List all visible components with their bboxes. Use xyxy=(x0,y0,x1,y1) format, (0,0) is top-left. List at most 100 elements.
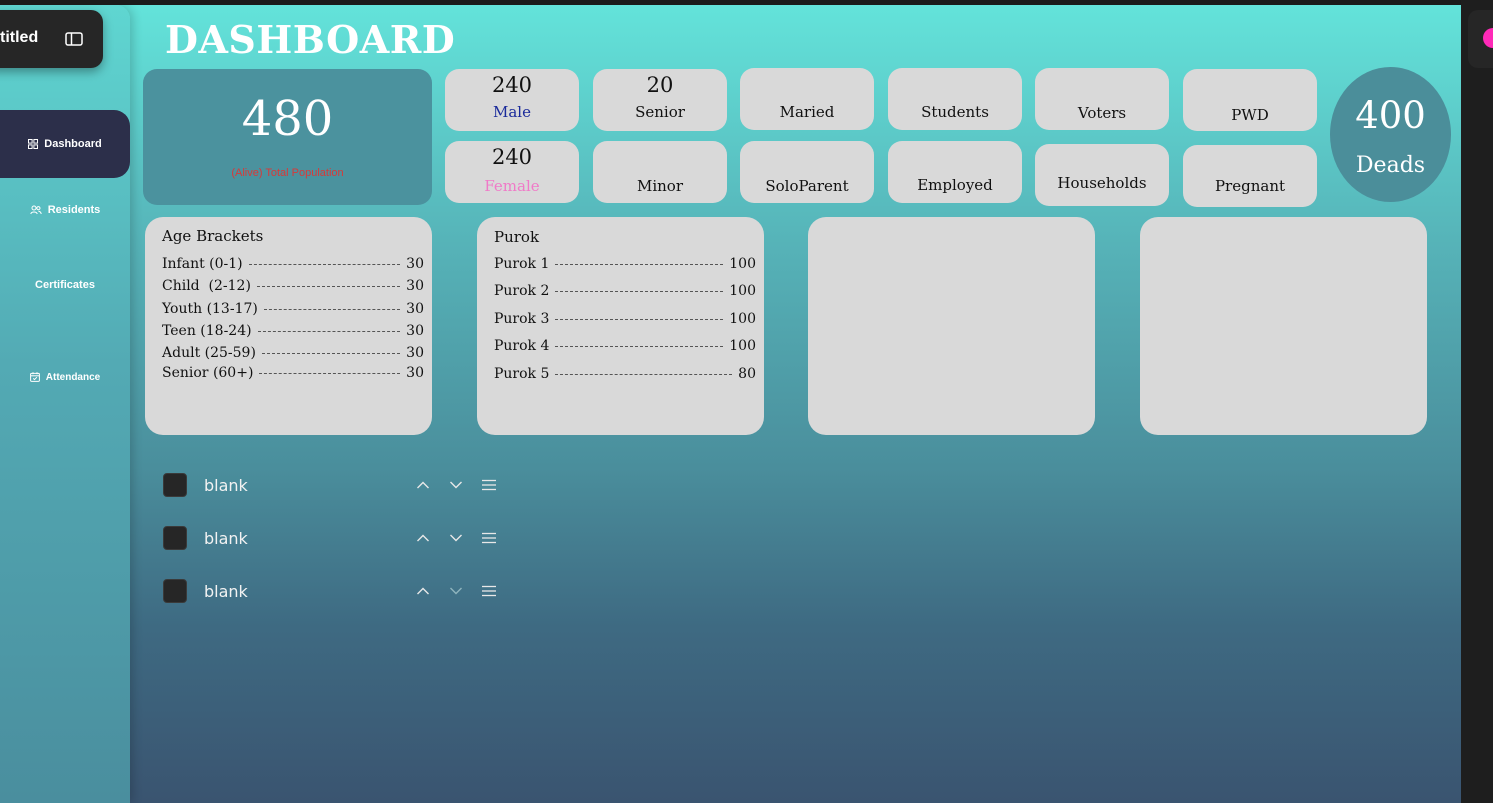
row-value: 30 xyxy=(406,345,424,361)
sidebar-item-attendance[interactable]: Attendance xyxy=(0,362,130,392)
chevron-up-icon[interactable] xyxy=(416,533,430,543)
dotted-leader xyxy=(555,290,724,292)
stat-label: Female xyxy=(484,177,540,195)
row-label: Purok 2 xyxy=(494,283,550,299)
menu-icon[interactable] xyxy=(482,532,496,544)
deads-card: 400 Deads xyxy=(1330,67,1451,202)
row-label: Purok 1 xyxy=(494,256,550,272)
color-swatch[interactable] xyxy=(163,526,187,550)
stat-card-pregnant: Pregnant xyxy=(1183,145,1317,207)
stat-label: PWD xyxy=(1231,106,1269,124)
stat-card-maried: Maried xyxy=(740,68,874,130)
deads-value: 400 xyxy=(1355,94,1426,137)
stat-card-senior: 20 Senior xyxy=(593,69,727,131)
sidebar-item-certificates[interactable]: Certificates xyxy=(0,270,130,300)
list-item: Teen (18-24) 30 xyxy=(162,322,424,340)
chevron-up-icon[interactable] xyxy=(416,480,430,490)
dotted-leader xyxy=(555,373,733,375)
row-value: 80 xyxy=(738,366,756,382)
chevron-down-icon[interactable] xyxy=(449,480,463,490)
dotted-leader xyxy=(259,372,401,374)
dashboard-canvas: Dashboard Residents Certificates Attenda… xyxy=(0,5,1461,803)
sidebar-item-label: Attendance xyxy=(45,371,101,383)
layer-label: blank xyxy=(204,528,248,548)
row-label: Teen (18-24) xyxy=(162,323,252,339)
row-value: 30 xyxy=(406,256,424,272)
row-label: Youth (13-17) xyxy=(162,301,258,317)
total-population-label: (Alive) Total Population xyxy=(231,167,344,179)
grid-icon xyxy=(28,139,39,149)
right-panel xyxy=(1461,0,1493,803)
sidebar-item-label: Residents xyxy=(47,204,101,216)
sidebar-item-label: Certificates xyxy=(35,279,95,291)
stat-card-employed: Employed xyxy=(888,141,1022,203)
sidebar-item-label: Dashboard xyxy=(44,138,102,150)
stat-label: SoloParent xyxy=(765,177,849,195)
list-item: Purok 1 100 xyxy=(494,255,756,273)
deads-label: Deads xyxy=(1355,153,1426,178)
list-item: Senior (60+) 30 xyxy=(162,364,424,382)
stat-card-households: Households xyxy=(1035,144,1169,206)
list-item: Purok 2 100 xyxy=(494,282,756,300)
stat-label: Male xyxy=(493,103,531,121)
chevron-down-icon[interactable] xyxy=(449,586,463,596)
dotted-leader xyxy=(261,352,401,354)
stat-value: 240 xyxy=(491,145,533,169)
stat-label: Pregnant xyxy=(1214,177,1286,195)
row-label: Purok 3 xyxy=(494,311,550,327)
dotted-leader xyxy=(257,330,401,332)
panel-title: Age Brackets xyxy=(162,227,264,245)
chevron-up-icon[interactable] xyxy=(416,586,430,596)
layer-row[interactable]: blank xyxy=(163,525,503,551)
dotted-leader xyxy=(248,263,401,265)
color-swatch[interactable] xyxy=(163,473,187,497)
row-value: 30 xyxy=(406,278,424,294)
row-value: 30 xyxy=(406,301,424,317)
sidebar-item-dashboard[interactable]: Dashboard xyxy=(0,110,130,178)
menu-icon[interactable] xyxy=(482,479,496,491)
stat-card-voters: Voters xyxy=(1035,68,1169,130)
purok-panel: Purok Purok 1 100 Purok 2 100 Purok 3 100 P… xyxy=(477,217,764,435)
list-item: Youth (13-17) 30 xyxy=(162,300,424,318)
layer-row[interactable]: blank xyxy=(163,578,503,604)
sidebar-item-residents[interactable]: Residents xyxy=(0,195,130,225)
row-value: 30 xyxy=(406,323,424,339)
panel-title: Purok xyxy=(494,228,540,246)
stat-card-female: 240 Female xyxy=(445,141,579,203)
users-icon xyxy=(30,205,42,215)
list-item: Purok 5 80 xyxy=(494,365,756,383)
age-brackets-panel: Age Brackets Infant (0-1) 30 Child (2-12)… xyxy=(145,217,432,435)
total-population-value: 480 xyxy=(241,91,334,147)
stat-card-students: Students xyxy=(888,68,1022,130)
stat-label: Voters xyxy=(1077,104,1127,122)
chevron-down-icon[interactable] xyxy=(449,533,463,543)
color-swatch[interactable] xyxy=(163,579,187,603)
empty-panel xyxy=(1140,217,1427,435)
stat-card-male: 240 Male xyxy=(445,69,579,131)
list-item: Purok 3 100 xyxy=(494,310,756,328)
stat-value: 240 xyxy=(491,73,533,97)
dotted-leader xyxy=(263,308,401,310)
menu-icon[interactable] xyxy=(482,585,496,597)
toggle-sidebar-icon[interactable] xyxy=(65,32,83,46)
dotted-leader xyxy=(555,263,724,265)
row-label: Infant (0-1) xyxy=(162,256,243,272)
stat-label: Senior xyxy=(635,103,685,121)
total-population-card: 480 (Alive) Total Population xyxy=(143,69,432,205)
stat-card-minor: Minor xyxy=(593,141,727,203)
stat-card-pwd: PWD xyxy=(1183,69,1317,131)
layer-row[interactable]: blank xyxy=(163,472,503,498)
list-item: Adult (25-59) 30 xyxy=(162,344,424,362)
dotted-leader xyxy=(555,318,724,320)
dotted-leader xyxy=(256,285,401,287)
row-label: Purok 5 xyxy=(494,366,550,382)
row-value: 30 xyxy=(406,365,424,381)
sidebar: Dashboard Residents Certificates Attenda… xyxy=(0,5,130,803)
window-title-bar: titled xyxy=(0,10,103,68)
row-label: Purok 4 xyxy=(494,338,550,354)
row-value: 100 xyxy=(729,256,756,272)
row-label: Adult (25-59) xyxy=(162,345,256,361)
stat-label: Maried xyxy=(779,103,835,121)
list-item: Purok 4 100 xyxy=(494,337,756,355)
stat-label: Minor xyxy=(636,177,684,195)
